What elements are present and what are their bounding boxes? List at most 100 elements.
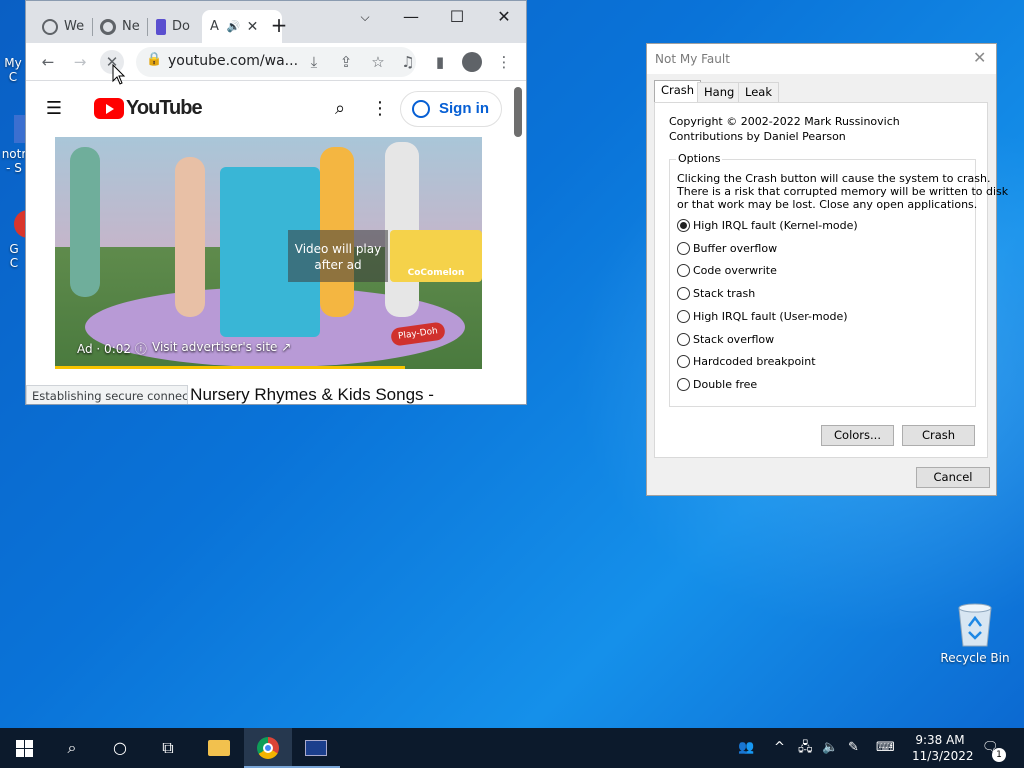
video-child [175, 157, 205, 317]
notification-center-icon[interactable]: 🗨 1 [982, 728, 1006, 768]
search-icon[interactable]: ⌕ [328, 97, 352, 121]
radio-stack-overflow[interactable]: Stack overflow [677, 333, 774, 346]
desktop-icon-label: G [9, 242, 19, 256]
browser-toolbar: ← → ✕ 🔒 youtube.com/wa... ⤓ ⇪ ☆ ♫ ▮ ⋮ [26, 43, 526, 81]
browser-tab-3[interactable]: Do [148, 10, 200, 43]
radio-code-overwrite[interactable]: Code overwrite [677, 264, 777, 277]
back-icon[interactable]: ← [36, 50, 60, 74]
search-taskbar-icon[interactable]: ⌕ [48, 728, 96, 768]
crash-button[interactable]: Crash [902, 425, 975, 446]
chrome-window: We Ne Do A 🔊 ✕ + ⌵ — ☐ ✕ ← → ✕ 🔒 youtube.c… [25, 0, 527, 405]
radio-label: Stack overflow [693, 333, 775, 346]
radio-buffer-overflow[interactable]: Buffer overflow [677, 242, 777, 255]
media-control-icon[interactable]: ♫ [396, 50, 420, 74]
close-window-button[interactable]: ✕ [491, 5, 517, 29]
contributions-text: Contributions by Daniel Pearson [669, 130, 846, 143]
bookmark-star-icon[interactable]: ☆ [366, 50, 390, 74]
minimize-button[interactable]: — [398, 5, 424, 29]
clock[interactable]: 9:38 AM 11/3/2022 [912, 728, 974, 764]
colors-button[interactable]: Colors... [821, 425, 894, 446]
desktop-icon-my-computer[interactable]: My C [0, 38, 26, 84]
video-title[interactable]: e Nursery Rhymes & Kids Songs - [176, 385, 434, 404]
desktop-icon-recycle-bin[interactable]: Recycle Bin [940, 602, 1010, 665]
desktop-icon-label: notr [1, 147, 27, 161]
pen-icon[interactable]: ✎ [848, 728, 859, 768]
forward-icon[interactable]: → [68, 50, 92, 74]
start-button[interactable] [0, 728, 48, 768]
radio-icon [677, 333, 690, 346]
visit-advertiser-link[interactable]: Visit advertiser's site ↗ [152, 340, 291, 354]
tab-strip: We Ne Do A 🔊 ✕ + ⌵ — ☐ ✕ [26, 1, 526, 43]
maximize-button[interactable]: ☐ [444, 5, 470, 29]
radio-icon [677, 242, 690, 255]
document-icon [156, 18, 166, 35]
tab-leak[interactable]: Leak [738, 82, 779, 102]
hamburger-menu-icon[interactable]: ☰ [42, 97, 66, 121]
chevron-up-icon[interactable]: ^ [774, 728, 785, 768]
cancel-button[interactable]: Cancel [916, 467, 990, 488]
tab-search-icon[interactable]: ⌵ [352, 5, 378, 29]
radio-icon [677, 310, 690, 323]
dialog-close-icon[interactable]: ✕ [973, 48, 986, 67]
desktop-icon-notepad[interactable]: notr - S [0, 115, 28, 175]
new-tab-button[interactable]: + [266, 13, 292, 37]
more-options-icon[interactable]: ⋮ [368, 97, 392, 121]
time-text: 9:38 AM [915, 733, 965, 747]
desktop-icon-chrome[interactable]: G C [0, 210, 28, 270]
globe-icon [42, 18, 58, 35]
dialog-title: Not My Fault [655, 52, 730, 66]
share-icon[interactable]: ⇪ [334, 50, 358, 74]
notification-count-badge: 1 [992, 748, 1006, 762]
radio-selected-icon [677, 219, 690, 232]
network-icon[interactable]: 🖧 [798, 728, 813, 768]
ad-overlay: Video will play after ad [288, 230, 388, 282]
radio-hardcoded-breakpoint[interactable]: Hardcoded breakpoint [677, 355, 816, 368]
chrome-taskbar-icon[interactable] [244, 728, 292, 768]
tab-hang[interactable]: Hang [697, 82, 742, 102]
profile-avatar-icon[interactable] [460, 50, 484, 74]
close-tab-icon[interactable]: ✕ [247, 19, 259, 35]
scrollbar-thumb[interactable] [514, 87, 522, 137]
ad-timer-text: Ad · 0:02 [77, 342, 132, 356]
recycle-bin-icon [958, 603, 992, 647]
ad-overlay-text: Video will play after ad [294, 242, 382, 272]
radio-double-free[interactable]: Double free [677, 378, 757, 391]
tab-crash[interactable]: Crash [654, 80, 702, 103]
dialog-titlebar[interactable]: Not My Fault ✕ [647, 44, 996, 74]
warning-line-3: or that work may be lost. Close any open… [677, 198, 978, 211]
people-icon[interactable]: 👥 [738, 728, 754, 768]
install-icon[interactable]: ⤓ [302, 50, 326, 74]
volume-icon[interactable]: 🔈 [822, 728, 838, 768]
sign-in-button[interactable]: Sign in [400, 91, 502, 127]
video-player[interactable]: Video will play after ad CoComelon Play-… [55, 137, 482, 369]
desktop-icon-label: My C [4, 56, 22, 84]
crash-panel: Copyright © 2002-2022 Mark Russinovich C… [654, 102, 1008, 458]
file-explorer-icon[interactable] [196, 728, 242, 768]
cortana-icon[interactable]: ○ [96, 728, 144, 768]
radio-label: Buffer overflow [693, 242, 778, 255]
radio-high-irql-kernel[interactable]: High IRQL fault (Kernel-mode) [677, 219, 858, 232]
not-my-fault-dialog: Not My Fault ✕ Crash Hang Leak Copyright… [646, 43, 1008, 496]
radio-label: High IRQL fault (Kernel-mode) [693, 219, 858, 232]
browser-tab-2[interactable]: Ne [92, 10, 144, 43]
info-icon[interactable]: ⓘ [135, 342, 147, 356]
radio-stack-trash[interactable]: Stack trash [677, 287, 755, 300]
keyboard-icon[interactable]: ⌨ [876, 728, 895, 768]
side-panel-icon[interactable]: ▮ [428, 50, 452, 74]
address-bar[interactable]: 🔒 youtube.com/wa... ⤓ ⇪ ☆ [136, 47, 416, 77]
warning-line-2: There is a risk that corrupted memory wi… [677, 185, 1009, 198]
recycle-bin-label: Recycle Bin [940, 651, 1010, 665]
notmyfault-taskbar-icon[interactable] [292, 728, 340, 768]
browser-tab-1[interactable]: We [34, 10, 86, 43]
options-group: Options Clicking the Crash button will c… [669, 152, 1008, 407]
task-view-icon[interactable]: ⧉ [144, 728, 192, 768]
youtube-logo[interactable]: YouTube [94, 97, 203, 120]
computer-icon [0, 38, 26, 56]
date-text: 11/3/2022 [912, 749, 974, 763]
chrome-menu-icon[interactable]: ⋮ [492, 50, 516, 74]
radio-high-irql-user[interactable]: High IRQL fault (User-mode) [677, 310, 848, 323]
sign-in-label: Sign in [439, 100, 489, 117]
account-icon [412, 100, 430, 118]
radio-label: Stack trash [693, 287, 756, 300]
speaker-icon[interactable]: 🔊 [227, 20, 241, 33]
